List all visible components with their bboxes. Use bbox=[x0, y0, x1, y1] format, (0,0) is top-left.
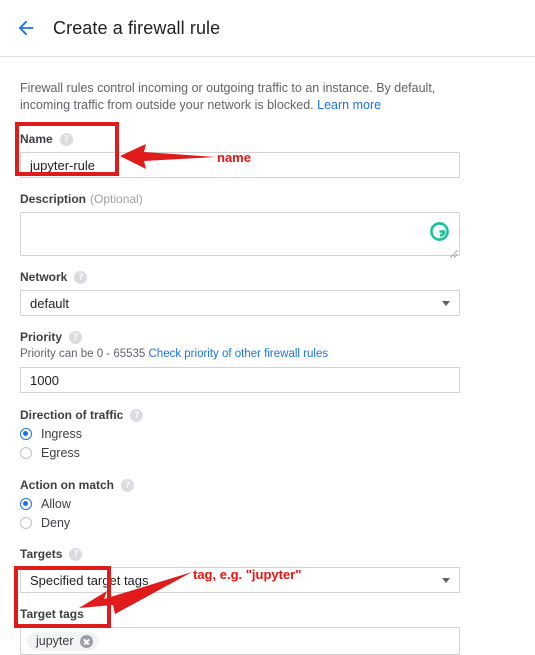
priority-input[interactable] bbox=[20, 367, 460, 393]
radio-egress[interactable]: Egress bbox=[20, 444, 515, 461]
help-icon[interactable]: ? bbox=[69, 548, 83, 561]
field-action: Action on match ? Allow Deny bbox=[20, 478, 515, 531]
action-label-row: Action on match ? bbox=[20, 478, 515, 493]
direction-radio-group: Ingress Egress bbox=[20, 425, 515, 461]
radio-deny[interactable]: Deny bbox=[20, 514, 515, 531]
direction-label-row: Direction of traffic ? bbox=[20, 408, 515, 423]
close-circle-icon[interactable] bbox=[79, 634, 93, 648]
description-label-row: Description (Optional) bbox=[20, 192, 515, 207]
radio-indicator bbox=[20, 427, 32, 440]
check-priority-link[interactable]: Check priority of other firewall rules bbox=[149, 348, 329, 360]
grammarly-icon[interactable] bbox=[430, 222, 449, 241]
chevron-down-icon bbox=[442, 577, 450, 583]
field-direction: Direction of traffic ? Ingress Egress bbox=[20, 408, 515, 461]
resize-handle-icon[interactable] bbox=[449, 245, 458, 258]
description-optional-label: (Optional) bbox=[90, 192, 143, 206]
description-label: Description bbox=[20, 192, 87, 206]
network-label: Network bbox=[20, 270, 68, 284]
network-select[interactable]: default bbox=[20, 290, 460, 316]
radio-indicator bbox=[20, 516, 32, 529]
radio-deny-label: Deny bbox=[41, 515, 71, 530]
field-priority: Priority ? Priority can be 0 - 65535 Che… bbox=[20, 330, 515, 393]
radio-allow-label: Allow bbox=[41, 496, 71, 511]
radio-allow[interactable]: Allow bbox=[20, 495, 515, 512]
help-icon[interactable]: ? bbox=[59, 133, 73, 146]
help-icon[interactable]: ? bbox=[74, 271, 88, 284]
target-tags-label: Target tags bbox=[20, 607, 84, 621]
name-label-row: Name ? bbox=[20, 132, 515, 147]
intro-text: Firewall rules control incoming or outgo… bbox=[20, 80, 440, 114]
page-header: Create a firewall rule bbox=[0, 0, 535, 57]
priority-label-row: Priority ? bbox=[20, 330, 515, 345]
target-tags-label-row: Target tags bbox=[20, 607, 515, 622]
page-title: Create a firewall rule bbox=[53, 17, 221, 38]
description-wrapper bbox=[20, 212, 460, 258]
tag-chip[interactable]: jupyter bbox=[27, 631, 98, 651]
learn-more-link[interactable]: Learn more bbox=[317, 98, 381, 112]
field-description: Description (Optional) bbox=[20, 192, 515, 258]
radio-indicator bbox=[20, 497, 32, 510]
back-arrow-icon[interactable] bbox=[11, 13, 41, 43]
help-icon[interactable]: ? bbox=[130, 409, 144, 422]
priority-hint: Priority can be 0 - 65535 Check priority… bbox=[20, 347, 515, 362]
radio-ingress-label: Ingress bbox=[41, 426, 82, 441]
direction-label: Direction of traffic bbox=[20, 408, 124, 422]
action-label: Action on match bbox=[20, 478, 115, 492]
targets-label: Targets bbox=[20, 547, 63, 561]
name-input[interactable] bbox=[20, 152, 460, 178]
field-name: Name ? bbox=[20, 132, 515, 178]
network-selected-value: default bbox=[30, 295, 70, 311]
targets-selected-value: Specified target tags bbox=[30, 572, 149, 588]
priority-label: Priority bbox=[20, 330, 63, 344]
radio-egress-label: Egress bbox=[41, 445, 80, 460]
field-target-tags: Target tags jupyter bbox=[20, 607, 515, 655]
field-network: Network ? default bbox=[20, 270, 515, 316]
radio-ingress[interactable]: Ingress bbox=[20, 425, 515, 442]
help-icon[interactable]: ? bbox=[69, 331, 83, 344]
help-icon[interactable]: ? bbox=[121, 479, 135, 492]
description-textarea[interactable] bbox=[20, 212, 460, 256]
chevron-down-icon bbox=[442, 300, 450, 306]
tag-chip-label: jupyter bbox=[36, 634, 74, 648]
field-targets: Targets ? Specified target tags bbox=[20, 547, 515, 593]
action-radio-group: Allow Deny bbox=[20, 495, 515, 531]
name-label: Name bbox=[20, 132, 53, 146]
targets-label-row: Targets ? bbox=[20, 547, 515, 562]
radio-indicator bbox=[20, 446, 32, 459]
targets-select[interactable]: Specified target tags bbox=[20, 567, 460, 593]
firewall-rule-form: Firewall rules control incoming or outgo… bbox=[0, 80, 535, 655]
priority-hint-text: Priority can be 0 - 65535 bbox=[20, 348, 146, 360]
target-tags-input[interactable]: jupyter bbox=[20, 627, 460, 655]
network-label-row: Network ? bbox=[20, 270, 515, 285]
